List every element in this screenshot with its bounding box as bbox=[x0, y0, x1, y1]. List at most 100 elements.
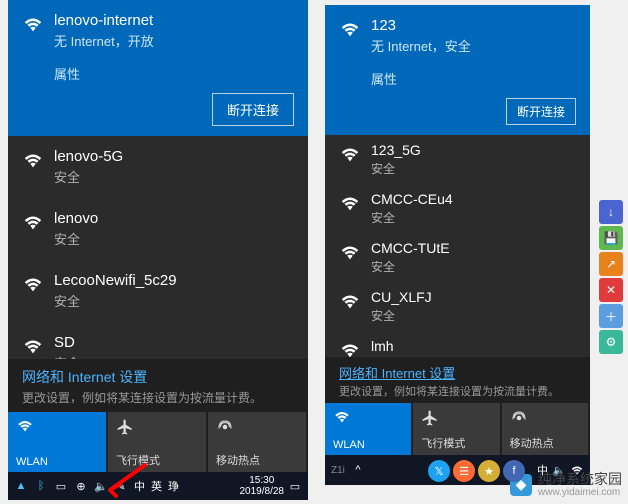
network-list: lenovo-5G安全 lenovo安全 LecooNewifi_5c29安全 … bbox=[8, 136, 308, 359]
properties-link[interactable]: 属性 bbox=[54, 64, 294, 83]
wlan-tile[interactable]: WLAN bbox=[325, 403, 411, 455]
hotspot-icon bbox=[510, 409, 528, 425]
network-item[interactable]: LecooNewifi_5c29 安全 bbox=[8, 260, 308, 322]
facebook-icon[interactable]: f bbox=[503, 460, 525, 482]
connected-network[interactable]: lenovo-internet 无 Internet，开放 属性 断开连接 bbox=[8, 0, 308, 136]
wifi-icon bbox=[22, 150, 44, 170]
connected-status: 无 Internet，开放 bbox=[54, 31, 294, 50]
wifi-panel-left: lenovo-internet 无 Internet，开放 属性 断开连接 le… bbox=[8, 0, 308, 500]
toolbar-close-icon[interactable]: ✕ bbox=[599, 278, 623, 302]
tile-label: WLAN bbox=[16, 456, 98, 468]
toolbar-download-icon[interactable]: ↓ bbox=[599, 200, 623, 224]
hotspot-icon bbox=[216, 418, 234, 434]
bluetooth-icon[interactable]: ᛒ bbox=[34, 479, 48, 493]
wifi-panel-right: 123 无 Internet，安全 属性 断开连接 123_5G 安全 CMCC-… bbox=[325, 5, 590, 485]
battery-icon[interactable]: ▭ bbox=[54, 479, 68, 493]
toolbar-share-icon[interactable]: ↗ bbox=[599, 252, 623, 276]
disconnect-button[interactable]: 断开连接 bbox=[506, 98, 576, 125]
network-name: CU_XLFJ bbox=[371, 289, 432, 305]
network-security: 安全 bbox=[371, 307, 432, 324]
network-security: 安全 bbox=[371, 160, 421, 177]
network-icon[interactable]: ⊕ bbox=[74, 479, 88, 493]
clock[interactable]: 15:30 2019/8/28 bbox=[240, 475, 285, 497]
network-item[interactable]: lmh安全 bbox=[325, 331, 590, 357]
panel-footer: 网络和 Internet 设置 更改设置，例如将某连接设置为按流量计费。 WLA… bbox=[8, 359, 308, 500]
toolbar-save-icon[interactable]: 💾 bbox=[599, 226, 623, 250]
wifi-secure-icon bbox=[22, 14, 44, 34]
wifi-icon bbox=[339, 340, 361, 357]
network-security: 安全 bbox=[54, 229, 98, 248]
properties-link[interactable]: 属性 bbox=[371, 69, 576, 88]
wifi-icon bbox=[22, 274, 44, 294]
disconnect-button[interactable]: 断开连接 bbox=[212, 93, 294, 126]
tile-label: 移动热点 bbox=[510, 435, 580, 451]
network-security: 安全 bbox=[371, 209, 453, 226]
watermark-url: www.yidaimei.com bbox=[538, 487, 622, 498]
connected-name: lenovo-internet bbox=[54, 12, 294, 29]
chevron-up-icon[interactable]: ^ bbox=[351, 463, 365, 477]
watermark-title: 纯净系统家园 bbox=[538, 472, 622, 487]
airplane-tile[interactable]: 飞行模式 bbox=[108, 412, 206, 472]
wifi-secure-icon bbox=[339, 19, 361, 39]
toolbar-plus-icon[interactable]: ＋ bbox=[599, 304, 623, 328]
network-item[interactable]: lenovo 安全 bbox=[8, 198, 308, 260]
notification-icon[interactable]: ▭ bbox=[288, 479, 302, 493]
network-security: 安全 bbox=[54, 291, 177, 310]
network-item[interactable]: 123_5G 安全 bbox=[325, 135, 590, 184]
taskbar-time: 15:30 bbox=[240, 475, 285, 486]
social-share-bar: 𝕏 ☰ ★ f bbox=[428, 460, 525, 482]
taskbar-date: 2019/8/28 bbox=[240, 486, 285, 497]
network-settings-link[interactable]: 网络和 Internet 设置 bbox=[325, 357, 590, 383]
network-name: LecooNewifi_5c29 bbox=[54, 272, 177, 289]
share-icon[interactable]: ☰ bbox=[453, 460, 475, 482]
network-name: lenovo bbox=[54, 210, 98, 227]
ime-lang[interactable]: 英 bbox=[151, 478, 162, 494]
wifi-icon bbox=[22, 212, 44, 232]
tile-label: 飞行模式 bbox=[421, 435, 491, 451]
connected-name: 123 bbox=[371, 17, 576, 34]
wifi-icon bbox=[339, 144, 361, 164]
connected-network[interactable]: 123 无 Internet，安全 属性 断开连接 bbox=[325, 5, 590, 135]
volume-icon[interactable]: 🔈 bbox=[94, 479, 108, 493]
network-item[interactable]: SD安全 bbox=[8, 322, 308, 359]
toolbar-settings-icon[interactable]: ⚙ bbox=[599, 330, 623, 354]
settings-description: 更改设置，例如将某连接设置为按流量计费。 bbox=[8, 389, 308, 412]
network-name: SD bbox=[54, 334, 80, 351]
watermark: ◆ 纯净系统家园 www.yidaimei.com bbox=[510, 472, 622, 498]
network-list: 123_5G 安全 CMCC-CEu4 安全 CMCC-TUtE安全 CU_XLFJ… bbox=[325, 135, 590, 357]
chevron-up-icon[interactable]: ▲ bbox=[14, 479, 28, 493]
airplane-icon bbox=[421, 409, 439, 425]
hotspot-tile[interactable]: 移动热点 bbox=[502, 403, 588, 455]
network-name: 123_5G bbox=[371, 142, 421, 158]
wifi-icon bbox=[16, 418, 34, 434]
airplane-tile[interactable]: 飞行模式 bbox=[413, 403, 499, 455]
ime-lang[interactable]: 中 bbox=[134, 478, 145, 494]
wifi-icon bbox=[339, 242, 361, 262]
tile-label: WLAN bbox=[333, 439, 403, 451]
wifi-icon bbox=[333, 409, 351, 425]
wifi-icon bbox=[339, 291, 361, 311]
network-item[interactable]: lenovo-5G安全 bbox=[8, 136, 308, 198]
connected-status: 无 Internet，安全 bbox=[371, 36, 576, 55]
network-settings-link[interactable]: 网络和 Internet 设置 bbox=[8, 359, 308, 389]
network-item[interactable]: CMCC-TUtE安全 bbox=[325, 233, 590, 282]
settings-description: 更改设置，例如将某连接设置为按流量计费。 bbox=[325, 383, 590, 403]
taskbar: ▲ ᛒ ▭ ⊕ 🔈 ✎ 中 英 琤 15:30 2019/8/28 ▭ bbox=[8, 472, 308, 500]
network-name: lenovo-5G bbox=[54, 148, 123, 165]
tile-label: 飞行模式 bbox=[116, 452, 198, 468]
network-item[interactable]: CU_XLFJ 安全 bbox=[325, 282, 590, 331]
network-item[interactable]: CMCC-CEu4 安全 bbox=[325, 184, 590, 233]
twitter-icon[interactable]: 𝕏 bbox=[428, 460, 450, 482]
wifi-icon bbox=[339, 193, 361, 213]
airplane-icon bbox=[116, 418, 134, 434]
ime-lang[interactable]: 琤 bbox=[168, 478, 179, 494]
wlan-tile[interactable]: WLAN bbox=[8, 412, 106, 472]
ime-icon[interactable]: ✎ bbox=[114, 479, 128, 493]
tile-label: 移动热点 bbox=[216, 452, 298, 468]
qzone-icon[interactable]: ★ bbox=[478, 460, 500, 482]
hotspot-tile[interactable]: 移动热点 bbox=[208, 412, 306, 472]
network-name: lmh bbox=[371, 338, 395, 354]
network-security: 安全 bbox=[371, 258, 450, 275]
network-name: CMCC-CEu4 bbox=[371, 191, 453, 207]
wifi-icon bbox=[22, 336, 44, 356]
